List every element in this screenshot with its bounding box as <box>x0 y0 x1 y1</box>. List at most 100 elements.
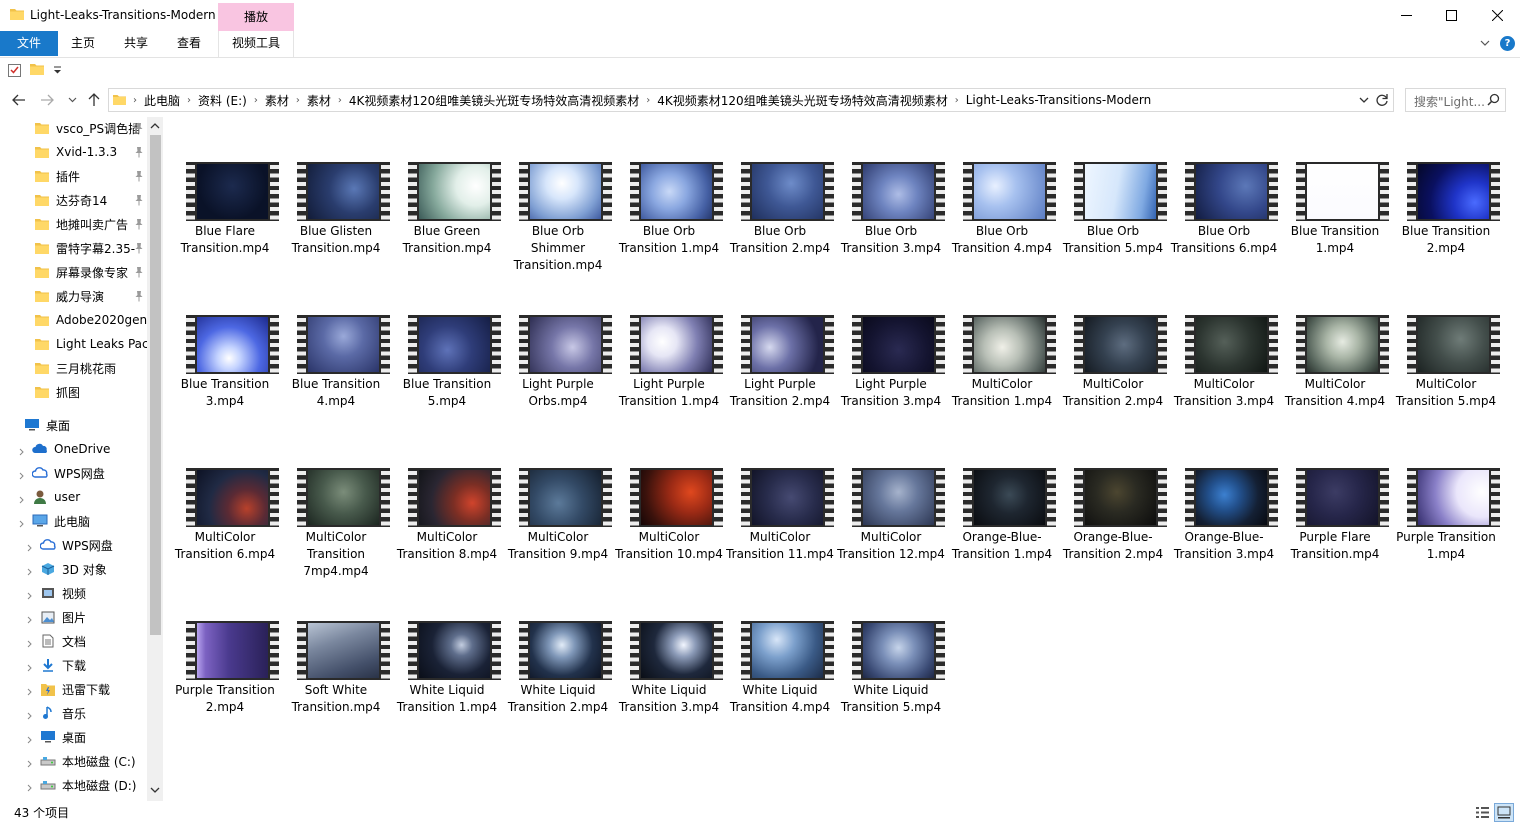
chevron-right-icon[interactable] <box>26 685 34 699</box>
large-icons-view-button[interactable] <box>1494 803 1514 822</box>
file-item[interactable]: Light Purple Transition 3.mp4 <box>837 270 945 420</box>
breadcrumb-item[interactable]: 素材 <box>260 92 294 109</box>
chevron-right-icon[interactable] <box>26 661 34 675</box>
chevron-right-icon[interactable] <box>26 613 34 627</box>
file-item[interactable]: Blue Transition 1.mp4 <box>1281 117 1389 267</box>
chevron-right-icon[interactable] <box>18 469 26 483</box>
minimize-button[interactable] <box>1383 0 1429 30</box>
file-item[interactable]: Blue Orb Shimmer Transition.mp4 <box>504 117 612 272</box>
file-item[interactable]: MultiColor Transition 10.mp4 <box>615 423 723 573</box>
file-item[interactable]: Blue Orb Transition 1.mp4 <box>615 117 723 267</box>
search-box[interactable]: 搜索"Light... <box>1405 88 1506 112</box>
nav-scrollbar-thumb[interactable] <box>150 135 161 635</box>
nav-quick-item[interactable]: Light Leaks Pack <box>0 333 148 355</box>
chevron-right-icon[interactable] <box>18 517 26 531</box>
chevron-right-icon[interactable] <box>26 757 34 771</box>
chevron-right-icon[interactable] <box>26 709 34 723</box>
file-item[interactable]: White Liquid Transition 4.mp4 <box>726 576 834 726</box>
address-bar[interactable]: › 此电脑 › 资料 (E:) › 素材 › 素材 › 4K视频素材120组唯美… <box>108 88 1394 112</box>
nav-pc-item[interactable]: WPS网盘 <box>0 534 148 556</box>
nav-desktop[interactable]: 桌面 <box>0 414 148 436</box>
file-item[interactable]: MultiColor Transition 6.mp4 <box>171 423 279 573</box>
file-item[interactable]: MultiColor Transition 5.mp4 <box>1392 270 1500 420</box>
nav-quick-item[interactable]: Adobe2020gen <box>0 309 148 331</box>
file-item[interactable]: Blue Green Transition.mp4 <box>393 117 501 267</box>
file-item[interactable]: MultiColor Transition 7mp4.mp4 <box>282 423 390 578</box>
breadcrumb-item[interactable]: 素材 <box>302 92 336 109</box>
file-item[interactable]: Blue Orb Transition 4.mp4 <box>948 117 1056 267</box>
customize-toolbar-icon[interactable] <box>53 66 62 74</box>
file-item[interactable]: White Liquid Transition 5.mp4 <box>837 576 945 726</box>
search-input[interactable]: 搜索"Light... <box>1414 93 1485 110</box>
recent-locations-button[interactable] <box>63 91 81 109</box>
file-item[interactable]: Blue Flare Transition.mp4 <box>171 117 279 267</box>
close-button[interactable] <box>1474 0 1520 30</box>
nav-this-pc[interactable]: 此电脑 <box>0 510 148 532</box>
file-item[interactable]: White Liquid Transition 2.mp4 <box>504 576 612 726</box>
chevron-right-icon[interactable] <box>18 493 26 507</box>
file-item[interactable]: Light Purple Orbs.mp4 <box>504 270 612 420</box>
chevron-down-icon[interactable] <box>150 785 160 795</box>
chevron-right-icon[interactable] <box>18 445 26 459</box>
breadcrumb-separator-icon[interactable]: › <box>185 95 193 106</box>
breadcrumb-item[interactable]: 4K视频素材120组唯美镜头光斑专场特效高清视频素材 <box>652 92 952 109</box>
file-item[interactable]: Purple Flare Transition.mp4 <box>1281 423 1389 573</box>
file-item[interactable]: Orange-Blue-Transition 1.mp4 <box>948 423 1056 573</box>
file-item[interactable]: Orange-Blue-Transition 2.mp4 <box>1059 423 1167 573</box>
nav-scrollbar[interactable] <box>147 117 163 801</box>
file-item[interactable]: Orange-Blue-Transition 3.mp4 <box>1170 423 1278 573</box>
chevron-right-icon[interactable] <box>26 589 34 603</box>
breadcrumb-separator-icon[interactable]: › <box>953 95 961 106</box>
nav-quick-item[interactable]: 雷特字幕2.35- <box>0 237 148 259</box>
chevron-up-icon[interactable] <box>150 121 160 131</box>
nav-pc-item[interactable]: 3D 对象 <box>0 558 148 580</box>
search-icon[interactable] <box>1487 93 1500 106</box>
nav-quick-item[interactable]: vsco_PS调色插 <box>0 117 148 139</box>
chevron-down-icon[interactable] <box>1479 37 1491 49</box>
file-item[interactable]: Blue Orb Transitions 6.mp4 <box>1170 117 1278 267</box>
forward-button[interactable] <box>38 91 56 109</box>
file-item[interactable]: Light Purple Transition 1.mp4 <box>615 270 723 420</box>
breadcrumb-item[interactable]: 4K视频素材120组唯美镜头光斑专场特效高清视频素材 <box>344 92 644 109</box>
tab-file[interactable]: 文件 <box>0 31 58 56</box>
nav-pc-item[interactable]: 图片 <box>0 606 148 628</box>
file-item[interactable]: Purple Transition 2.mp4 <box>171 576 279 726</box>
help-icon[interactable]: ? <box>1500 36 1515 51</box>
file-item[interactable]: MultiColor Transition 9.mp4 <box>504 423 612 573</box>
nav-pc-item[interactable]: 本地磁盘 (C:) <box>0 750 148 772</box>
nav-pc-item[interactable]: 音乐 <box>0 702 148 724</box>
file-item[interactable]: MultiColor Transition 11.mp4 <box>726 423 834 573</box>
file-item[interactable]: Purple Transition 1.mp4 <box>1392 423 1500 573</box>
nav-pc-item[interactable]: 本地磁盘 (D:) <box>0 774 148 796</box>
nav-quick-item[interactable]: 屏幕录像专家 <box>0 261 148 283</box>
nav-quick-item[interactable]: 抓图 <box>0 381 148 403</box>
tab-video-tools[interactable]: 视频工具 <box>218 31 294 57</box>
file-item[interactable]: MultiColor Transition 8.mp4 <box>393 423 501 573</box>
file-item[interactable]: MultiColor Transition 12.mp4 <box>837 423 945 573</box>
chevron-right-icon[interactable] <box>26 733 34 747</box>
file-item[interactable]: Light Purple Transition 2.mp4 <box>726 270 834 420</box>
file-item[interactable]: White Liquid Transition 3.mp4 <box>615 576 723 726</box>
file-item[interactable]: Blue Glisten Transition.mp4 <box>282 117 390 267</box>
tab-view[interactable]: 查看 <box>164 31 214 56</box>
nav-pc-item[interactable]: 文档 <box>0 630 148 652</box>
properties-icon[interactable] <box>8 63 21 77</box>
file-item[interactable]: MultiColor Transition 3.mp4 <box>1170 270 1278 420</box>
file-item[interactable]: MultiColor Transition 4.mp4 <box>1281 270 1389 420</box>
file-item[interactable]: Blue Transition 2.mp4 <box>1392 117 1500 267</box>
file-item[interactable]: Blue Orb Transition 3.mp4 <box>837 117 945 267</box>
nav-user[interactable]: user <box>0 486 148 508</box>
nav-quick-item[interactable]: 达芬奇14 <box>0 189 148 211</box>
nav-wps-cloud[interactable]: WPS网盘 <box>0 462 148 484</box>
chevron-down-icon[interactable] <box>1357 93 1371 107</box>
nav-onedrive[interactable]: OneDrive <box>0 438 148 460</box>
file-item[interactable]: MultiColor Transition 2.mp4 <box>1059 270 1167 420</box>
chevron-right-icon[interactable] <box>26 565 34 579</box>
file-item[interactable]: White Liquid Transition 1.mp4 <box>393 576 501 726</box>
tab-home[interactable]: 主页 <box>58 31 108 56</box>
file-item[interactable]: Blue Transition 4.mp4 <box>282 270 390 420</box>
tab-play[interactable]: 播放 <box>218 3 294 31</box>
nav-pc-item[interactable]: 桌面 <box>0 726 148 748</box>
nav-pc-item[interactable]: 下载 <box>0 654 148 676</box>
file-item[interactable]: MultiColor Transition 1.mp4 <box>948 270 1056 420</box>
